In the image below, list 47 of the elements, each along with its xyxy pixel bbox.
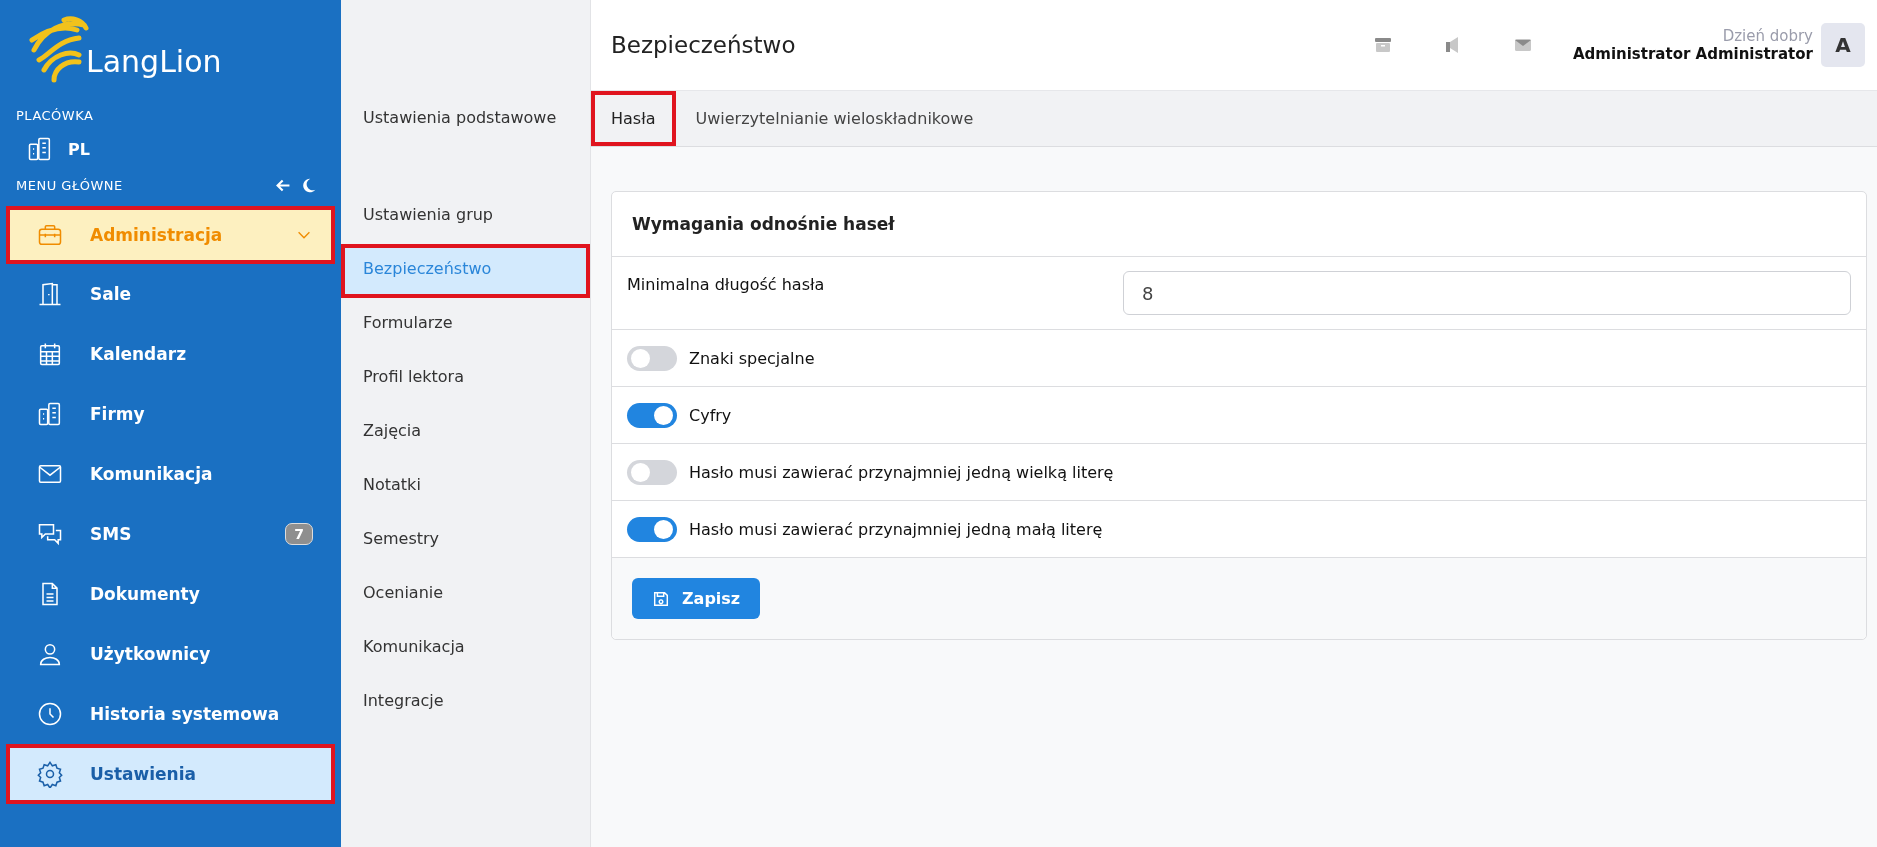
branch-name[interactable]: PL: [68, 139, 90, 159]
submenu-item[interactable]: Notatki: [341, 460, 590, 514]
logo-text: LangLion: [86, 43, 222, 79]
arrow-left-icon[interactable]: [275, 177, 292, 194]
submenu-item[interactable]: Ocenianie: [341, 568, 590, 622]
input-field[interactable]: 8: [1123, 271, 1851, 315]
toggle-switch[interactable]: [627, 345, 677, 371]
submenu-item[interactable]: Profil lektora: [341, 352, 590, 406]
archive-box-icon[interactable]: [1372, 35, 1393, 55]
submenu-item[interactable]: Formularze: [341, 298, 590, 352]
sidebar-item[interactable]: Ustawienia: [6, 744, 335, 804]
submenu-item[interactable]: Komunikacja: [341, 622, 590, 676]
section-heading: PLACÓWKA: [15, 107, 95, 125]
toggle-label: Znaki specjalne: [689, 348, 815, 368]
toggle-label: Hasło musi zawierać przynajmniej jedną wielką literę: [689, 462, 1114, 482]
submenu-item[interactable]: Semestry: [341, 514, 590, 568]
toggle-switch[interactable]: [627, 516, 677, 542]
tab[interactable]: Hasła: [591, 91, 676, 146]
page-title: Bezpieczeństwo: [611, 32, 796, 58]
save-button[interactable]: Zapisz: [632, 578, 761, 619]
toggle-label: Cyfry: [689, 405, 732, 425]
tab[interactable]: Uwierzytelnianie wieloskładnikowe: [675, 91, 994, 146]
submenu-item[interactable]: Ustawienia podstawowe: [341, 102, 590, 190]
gear-icon: [36, 760, 64, 788]
submenu-item[interactable]: Zajęcia: [341, 406, 590, 460]
card-title: Wymagania odnośnie haseł: [612, 192, 1866, 257]
sidebar-item[interactable]: SMS 7: [6, 504, 335, 564]
greeting-text: Dzień dobry: [1722, 27, 1813, 45]
sidebar-item[interactable]: Komunikacja: [6, 444, 335, 504]
toggle-label: Hasło musi zawierać przynajmniej jedną małą literę: [689, 519, 1103, 539]
user-avatar[interactable]: A: [1821, 23, 1865, 67]
sidebar-item[interactable]: Historia systemowa: [6, 684, 335, 744]
section-heading: MENU GŁÓWNE: [16, 178, 123, 193]
submenu-item[interactable]: Ustawienia grup: [341, 190, 590, 244]
submenu-item[interactable]: Integracje: [341, 676, 590, 730]
sidebar-item[interactable]: Sale: [6, 264, 335, 324]
toggle-switch[interactable]: [627, 402, 677, 428]
clock-icon: [36, 700, 64, 728]
moon-icon[interactable]: [300, 177, 317, 194]
count-badge: 7: [285, 523, 313, 545]
user-name: Administrator Administrator: [1572, 45, 1813, 63]
toggle-switch[interactable]: [627, 459, 677, 485]
sidebar-item[interactable]: Użytkownicy: [6, 624, 335, 684]
sidebar-item[interactable]: Dokumenty: [6, 564, 335, 624]
field-label: Minimalna długość hasła: [627, 274, 825, 294]
sidebar-item[interactable]: Firmy: [6, 384, 335, 444]
sidebar-item[interactable]: Kalendarz: [6, 324, 335, 384]
